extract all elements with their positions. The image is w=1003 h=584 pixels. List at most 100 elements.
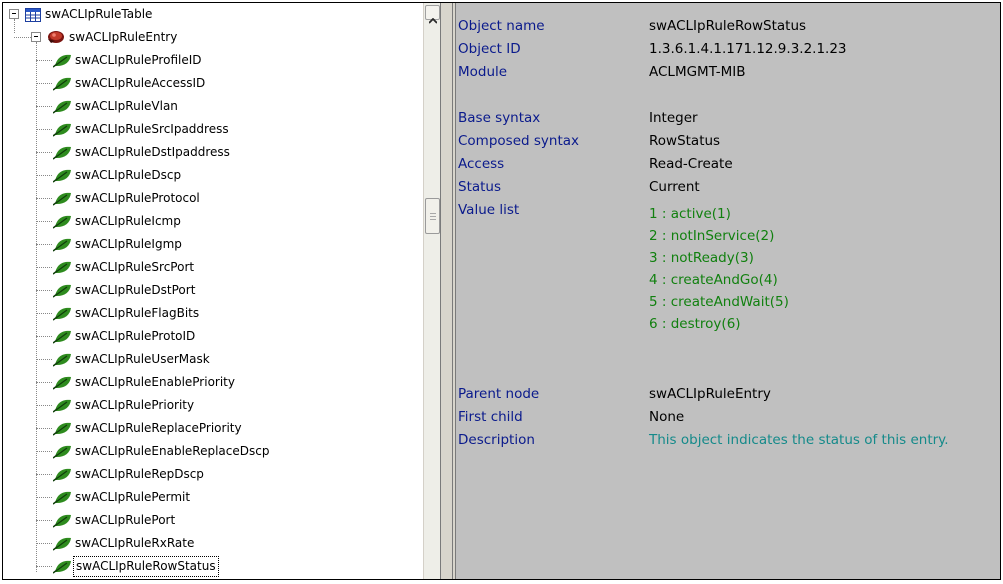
tree-node-label[interactable]: swACLIpRulePermit	[73, 486, 192, 509]
tree-node-label[interactable]: swACLIpRuleIgmp	[73, 233, 184, 256]
tree-node-leaf[interactable]: swACLIpRuleReplacePriority	[3, 417, 423, 440]
tree-node-label[interactable]: swACLIpRuleAccessID	[73, 72, 207, 95]
tree-connector	[36, 336, 52, 337]
tree-node-leaf[interactable]: swACLIpRulePriority	[3, 394, 423, 417]
tree-node-label[interactable]: swACLIpRuleProtoID	[73, 325, 197, 348]
collapse-toggle-icon[interactable]	[9, 9, 19, 19]
tree-node-leaf[interactable]: swACLIpRuleIgmp	[3, 233, 423, 256]
grip-icon	[430, 219, 436, 220]
tree-node-label[interactable]: swACLIpRuleIcmp	[73, 210, 183, 233]
tree-connector	[36, 198, 52, 199]
tree-connector	[36, 267, 52, 268]
tree-connector	[36, 405, 52, 406]
tree-node-label[interactable]: swACLIpRuleReplacePriority	[73, 417, 244, 440]
scroll-up-button[interactable]	[425, 5, 440, 24]
tree-node-leaf[interactable]: swACLIpRuleProfileID	[3, 49, 423, 72]
tree-node-label[interactable]: swACLIpRuleVlan	[73, 95, 180, 118]
tree-connector	[36, 244, 52, 245]
tree-node-leaf[interactable]: swACLIpRuleFlagBits	[3, 302, 423, 325]
collapse-toggle-icon[interactable]	[31, 32, 41, 42]
tree-node-label[interactable]: swACLIpRuleUserMask	[73, 348, 212, 371]
tree-node-leaf[interactable]: swACLIpRuleSrcPort	[3, 256, 423, 279]
scroll-up-arrow-icon	[428, 9, 438, 28]
tree-node-label[interactable]: swACLIpRuleRepDscp	[73, 463, 206, 486]
detail-value: None	[649, 409, 685, 425]
detail-key: First child	[458, 409, 523, 425]
tree-node-leaf[interactable]: swACLIpRuleDscp	[3, 164, 423, 187]
tree-node-label[interactable]: swACLIpRuleEnableReplaceDscp	[73, 440, 271, 463]
tree-node-leaf[interactable]: swACLIpRuleDstPort	[3, 279, 423, 302]
value-list-text: 2 : notInService(2)	[649, 228, 775, 244]
tree-connector	[36, 566, 52, 567]
tree-node-leaf[interactable]: swACLIpRulePort	[3, 509, 423, 532]
tree-node-label[interactable]: swACLIpRuleRxRate	[73, 532, 196, 555]
tree-node-label[interactable]: swACLIpRuleProfileID	[73, 49, 204, 72]
detail-value: Current	[649, 179, 700, 195]
tree-node-leaf[interactable]: swACLIpRuleRxRate	[3, 532, 423, 555]
detail-key: Object ID	[458, 41, 521, 57]
mib-browser-window: swACLIpRuleTable swACLIpRuleEntry swACLI…	[2, 2, 1001, 580]
detail-value: ACLMGMT-MIB	[649, 64, 746, 80]
tree-node-label[interactable]: swACLIpRuleDstPort	[73, 279, 197, 302]
tree-node-leaf[interactable]: swACLIpRulePermit	[3, 486, 423, 509]
tree-node-leaf[interactable]: swACLIpRuleSrcIpaddress	[3, 118, 423, 141]
tree-connector	[36, 60, 52, 61]
detail-value: Read-Create	[649, 156, 733, 172]
tree-connector	[36, 543, 52, 544]
tree-node-label[interactable]: swACLIpRuleSrcIpaddress	[73, 118, 231, 141]
value-list-text: 5 : createAndWait(5)	[649, 294, 789, 310]
detail-key: Access	[458, 156, 505, 172]
tree-node-label[interactable]: swACLIpRuleFlagBits	[73, 302, 201, 325]
tree-node-label[interactable]: swACLIpRuleRowStatus	[73, 556, 219, 577]
detail-key: Parent node	[458, 386, 540, 402]
tree-node-leaf[interactable]: swACLIpRuleProtoID	[3, 325, 423, 348]
grip-icon	[430, 213, 436, 214]
tree-connector	[36, 83, 52, 84]
tree-node-label[interactable]: swACLIpRuleEnablePriority	[73, 371, 237, 394]
tree-node-leaf[interactable]: swACLIpRuleProtocol	[3, 187, 423, 210]
tree-connector	[36, 313, 52, 314]
detail-value: swACLIpRuleEntry	[649, 386, 771, 402]
tree-connector	[36, 129, 52, 130]
tree-node-leaf[interactable]: swACLIpRuleEnableReplaceDscp	[3, 440, 423, 463]
tree-scrollbar[interactable]	[423, 3, 441, 579]
tree-node-label[interactable]: swACLIpRulePort	[73, 509, 177, 532]
tree-node-leaf[interactable]: swACLIpRuleVlan	[3, 95, 423, 118]
tree-node-label[interactable]: swACLIpRuleSrcPort	[73, 256, 196, 279]
tree-connector	[36, 520, 52, 521]
detail-value: This object indicates the status of this…	[649, 432, 949, 448]
tree-node-label[interactable]: swACLIpRulePriority	[73, 394, 196, 417]
tree-connector	[36, 175, 52, 176]
tree-node-label[interactable]: swACLIpRuleProtocol	[73, 187, 202, 210]
tree-connector	[36, 221, 52, 222]
tree-node-leaf[interactable]: swACLIpRuleUserMask	[3, 348, 423, 371]
detail-key: Module	[458, 64, 508, 80]
value-list-text: 3 : notReady(3)	[649, 250, 754, 266]
tree-connector	[36, 451, 52, 452]
tree-node-label[interactable]: swACLIpRuleTable	[43, 3, 154, 26]
mib-tree-pane[interactable]: swACLIpRuleTable swACLIpRuleEntry swACLI…	[3, 3, 423, 579]
detail-key: Status	[458, 179, 502, 195]
object-detail-pane: Object name swACLIpRuleRowStatus Object …	[456, 3, 1000, 579]
detail-value: Integer	[649, 110, 698, 126]
tree-node-label[interactable]: swACLIpRuleDscp	[73, 164, 183, 187]
tree-node-leaf[interactable]: swACLIpRuleEnablePriority	[3, 371, 423, 394]
grip-icon	[430, 216, 436, 217]
leaf-icon	[52, 559, 73, 579]
tree-node-leaf[interactable]: swACLIpRuleAccessID	[3, 72, 423, 95]
tree-node-entry[interactable]: swACLIpRuleEntry	[3, 26, 423, 49]
tree-node-leaf[interactable]: swACLIpRuleRepDscp	[3, 463, 423, 486]
value-list-text: 4 : createAndGo(4)	[649, 272, 778, 288]
tree-node-leaf[interactable]: swACLIpRuleIcmp	[3, 210, 423, 233]
scroll-thumb[interactable]	[425, 198, 440, 234]
tree-node-leaf[interactable]: swACLIpRuleDstIpaddress	[3, 141, 423, 164]
detail-key: Description	[458, 432, 535, 448]
tree-node-leaf[interactable]: swACLIpRuleRowStatus	[3, 555, 423, 578]
detail-key: Composed syntax	[458, 133, 579, 149]
tree-node-label[interactable]: swACLIpRuleDstIpaddress	[73, 141, 232, 164]
splitter-edge	[452, 3, 453, 579]
pane-splitter[interactable]	[440, 3, 456, 579]
detail-key: Object name	[458, 18, 545, 34]
tree-node-root[interactable]: swACLIpRuleTable	[3, 3, 423, 26]
tree-node-label[interactable]: swACLIpRuleEntry	[67, 26, 179, 49]
